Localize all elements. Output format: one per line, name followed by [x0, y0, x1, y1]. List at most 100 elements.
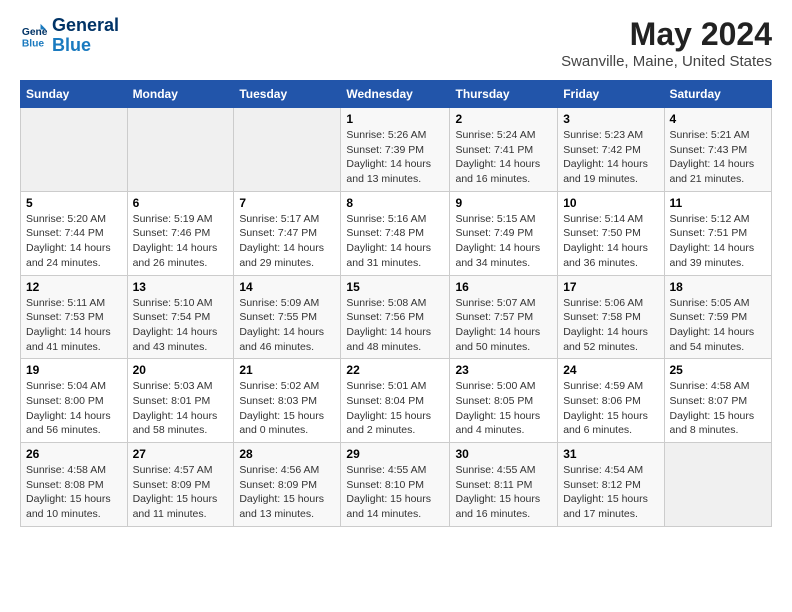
week-row-3: 19 Sunrise: 5:04 AM Sunset: 8:00 PM Dayli… — [21, 359, 772, 443]
day-info: Sunrise: 5:07 AM Sunset: 7:57 PM Dayligh… — [455, 296, 552, 355]
calendar-title: May 2024 — [561, 16, 772, 53]
day-number: 22 — [346, 363, 444, 377]
day-cell: 4Sunrise: 5:21 AM Sunset: 7:43 PM Daylig… — [664, 108, 772, 192]
day-info: Sunrise: 5:03 AM Sunset: 8:01 PM Dayligh… — [133, 379, 229, 438]
day-cell: 6 Sunrise: 5:19 AM Sunset: 7:46 PM Daylig… — [127, 191, 234, 275]
day-number: 8 — [346, 196, 444, 210]
day-number: 25 — [670, 363, 767, 377]
day-cell — [234, 108, 341, 192]
col-header-friday: Friday — [558, 81, 664, 108]
calendar-table: SundayMondayTuesdayWednesdayThursdayFrid… — [20, 80, 772, 527]
day-number: 10 — [563, 196, 658, 210]
day-info: Sunrise: 5:23 AM Sunset: 7:42 PM Dayligh… — [563, 128, 658, 187]
day-info: Sunrise: 5:01 AM Sunset: 8:04 PM Dayligh… — [346, 379, 444, 438]
day-number: 26 — [26, 447, 122, 461]
day-number: 31 — [563, 447, 658, 461]
day-cell: 12Sunrise: 5:11 AM Sunset: 7:53 PM Dayli… — [21, 275, 128, 359]
day-cell: 13 Sunrise: 5:10 AM Sunset: 7:54 PM Dayli… — [127, 275, 234, 359]
week-row-4: 26 Sunrise: 4:58 AM Sunset: 8:08 PM Dayli… — [21, 443, 772, 527]
day-cell: 2Sunrise: 5:24 AM Sunset: 7:41 PM Daylig… — [450, 108, 558, 192]
day-cell: 10 Sunrise: 5:14 AM Sunset: 7:50 PM Dayli… — [558, 191, 664, 275]
day-cell: 19 Sunrise: 5:04 AM Sunset: 8:00 PM Dayli… — [21, 359, 128, 443]
col-header-tuesday: Tuesday — [234, 81, 341, 108]
day-info: Sunrise: 5:17 AM Sunset: 7:47 PM Dayligh… — [239, 212, 335, 271]
day-number: 24 — [563, 363, 658, 377]
day-info: Sunrise: 4:58 AM Sunset: 8:08 PM Dayligh… — [26, 463, 122, 522]
col-header-monday: Monday — [127, 81, 234, 108]
day-cell: 24 Sunrise: 4:59 AM Sunset: 8:06 PM Dayli… — [558, 359, 664, 443]
header-row: SundayMondayTuesdayWednesdayThursdayFrid… — [21, 81, 772, 108]
day-number: 29 — [346, 447, 444, 461]
day-info: Sunrise: 4:56 AM Sunset: 8:09 PM Dayligh… — [239, 463, 335, 522]
day-cell: 3 Sunrise: 5:23 AM Sunset: 7:42 PM Daylig… — [558, 108, 664, 192]
day-number: 19 — [26, 363, 122, 377]
day-info: Sunrise: 5:14 AM Sunset: 7:50 PM Dayligh… — [563, 212, 658, 271]
day-number: 18 — [670, 280, 767, 294]
calendar-header: SundayMondayTuesdayWednesdayThursdayFrid… — [21, 81, 772, 108]
day-info: Sunrise: 4:55 AM Sunset: 8:10 PM Dayligh… — [346, 463, 444, 522]
day-info: Sunrise: 4:57 AM Sunset: 8:09 PM Dayligh… — [133, 463, 229, 522]
day-info: Sunrise: 5:15 AM Sunset: 7:49 PM Dayligh… — [455, 212, 552, 271]
day-number: 28 — [239, 447, 335, 461]
col-header-wednesday: Wednesday — [341, 81, 450, 108]
day-cell: 11Sunrise: 5:12 AM Sunset: 7:51 PM Dayli… — [664, 191, 772, 275]
col-header-thursday: Thursday — [450, 81, 558, 108]
day-cell: 15Sunrise: 5:08 AM Sunset: 7:56 PM Dayli… — [341, 275, 450, 359]
day-info: Sunrise: 5:12 AM Sunset: 7:51 PM Dayligh… — [670, 212, 767, 271]
day-cell: 28 Sunrise: 4:56 AM Sunset: 8:09 PM Dayli… — [234, 443, 341, 527]
day-number: 13 — [133, 280, 229, 294]
day-info: Sunrise: 5:19 AM Sunset: 7:46 PM Dayligh… — [133, 212, 229, 271]
day-number: 17 — [563, 280, 658, 294]
page-header: General Blue General Blue May 2024 Swanv… — [20, 16, 772, 70]
day-cell: 22 Sunrise: 5:01 AM Sunset: 8:04 PM Dayli… — [341, 359, 450, 443]
day-cell — [664, 443, 772, 527]
day-number: 30 — [455, 447, 552, 461]
day-number: 3 — [563, 112, 658, 126]
day-cell: 21Sunrise: 5:02 AM Sunset: 8:03 PM Dayli… — [234, 359, 341, 443]
day-info: Sunrise: 4:59 AM Sunset: 8:06 PM Dayligh… — [563, 379, 658, 438]
day-cell: 14Sunrise: 5:09 AM Sunset: 7:55 PM Dayli… — [234, 275, 341, 359]
day-info: Sunrise: 5:26 AM Sunset: 7:39 PM Dayligh… — [346, 128, 444, 187]
day-cell: 26 Sunrise: 4:58 AM Sunset: 8:08 PM Dayli… — [21, 443, 128, 527]
day-number: 2 — [455, 112, 552, 126]
day-cell — [21, 108, 128, 192]
day-info: Sunrise: 4:54 AM Sunset: 8:12 PM Dayligh… — [563, 463, 658, 522]
day-cell: 23Sunrise: 5:00 AM Sunset: 8:05 PM Dayli… — [450, 359, 558, 443]
day-number: 20 — [133, 363, 229, 377]
day-info: Sunrise: 5:02 AM Sunset: 8:03 PM Dayligh… — [239, 379, 335, 438]
col-header-sunday: Sunday — [21, 81, 128, 108]
day-cell: 5Sunrise: 5:20 AM Sunset: 7:44 PM Daylig… — [21, 191, 128, 275]
day-number: 9 — [455, 196, 552, 210]
day-cell: 8Sunrise: 5:16 AM Sunset: 7:48 PM Daylig… — [341, 191, 450, 275]
day-number: 7 — [239, 196, 335, 210]
day-info: Sunrise: 5:10 AM Sunset: 7:54 PM Dayligh… — [133, 296, 229, 355]
day-info: Sunrise: 5:00 AM Sunset: 8:05 PM Dayligh… — [455, 379, 552, 438]
week-row-0: 1Sunrise: 5:26 AM Sunset: 7:39 PM Daylig… — [21, 108, 772, 192]
week-row-2: 12Sunrise: 5:11 AM Sunset: 7:53 PM Dayli… — [21, 275, 772, 359]
day-cell: 27 Sunrise: 4:57 AM Sunset: 8:09 PM Dayli… — [127, 443, 234, 527]
day-number: 14 — [239, 280, 335, 294]
week-row-1: 5Sunrise: 5:20 AM Sunset: 7:44 PM Daylig… — [21, 191, 772, 275]
logo-icon: General Blue — [20, 22, 48, 50]
calendar-body: 1Sunrise: 5:26 AM Sunset: 7:39 PM Daylig… — [21, 108, 772, 527]
day-number: 6 — [133, 196, 229, 210]
svg-text:Blue: Blue — [22, 38, 45, 49]
day-info: Sunrise: 5:11 AM Sunset: 7:53 PM Dayligh… — [26, 296, 122, 355]
day-cell: 16 Sunrise: 5:07 AM Sunset: 7:57 PM Dayli… — [450, 275, 558, 359]
col-header-saturday: Saturday — [664, 81, 772, 108]
day-number: 16 — [455, 280, 552, 294]
day-cell: 18 Sunrise: 5:05 AM Sunset: 7:59 PM Dayli… — [664, 275, 772, 359]
day-info: Sunrise: 4:55 AM Sunset: 8:11 PM Dayligh… — [455, 463, 552, 522]
day-info: Sunrise: 4:58 AM Sunset: 8:07 PM Dayligh… — [670, 379, 767, 438]
day-info: Sunrise: 5:08 AM Sunset: 7:56 PM Dayligh… — [346, 296, 444, 355]
day-cell: 1Sunrise: 5:26 AM Sunset: 7:39 PM Daylig… — [341, 108, 450, 192]
day-info: Sunrise: 5:21 AM Sunset: 7:43 PM Dayligh… — [670, 128, 767, 187]
day-cell: 9 Sunrise: 5:15 AM Sunset: 7:49 PM Daylig… — [450, 191, 558, 275]
day-cell: 25 Sunrise: 4:58 AM Sunset: 8:07 PM Dayli… — [664, 359, 772, 443]
logo-text: General Blue — [52, 16, 119, 56]
day-info: Sunrise: 5:05 AM Sunset: 7:59 PM Dayligh… — [670, 296, 767, 355]
calendar-subtitle: Swanville, Maine, United States — [561, 53, 772, 70]
day-number: 27 — [133, 447, 229, 461]
day-info: Sunrise: 5:04 AM Sunset: 8:00 PM Dayligh… — [26, 379, 122, 438]
day-cell: 7 Sunrise: 5:17 AM Sunset: 7:47 PM Daylig… — [234, 191, 341, 275]
